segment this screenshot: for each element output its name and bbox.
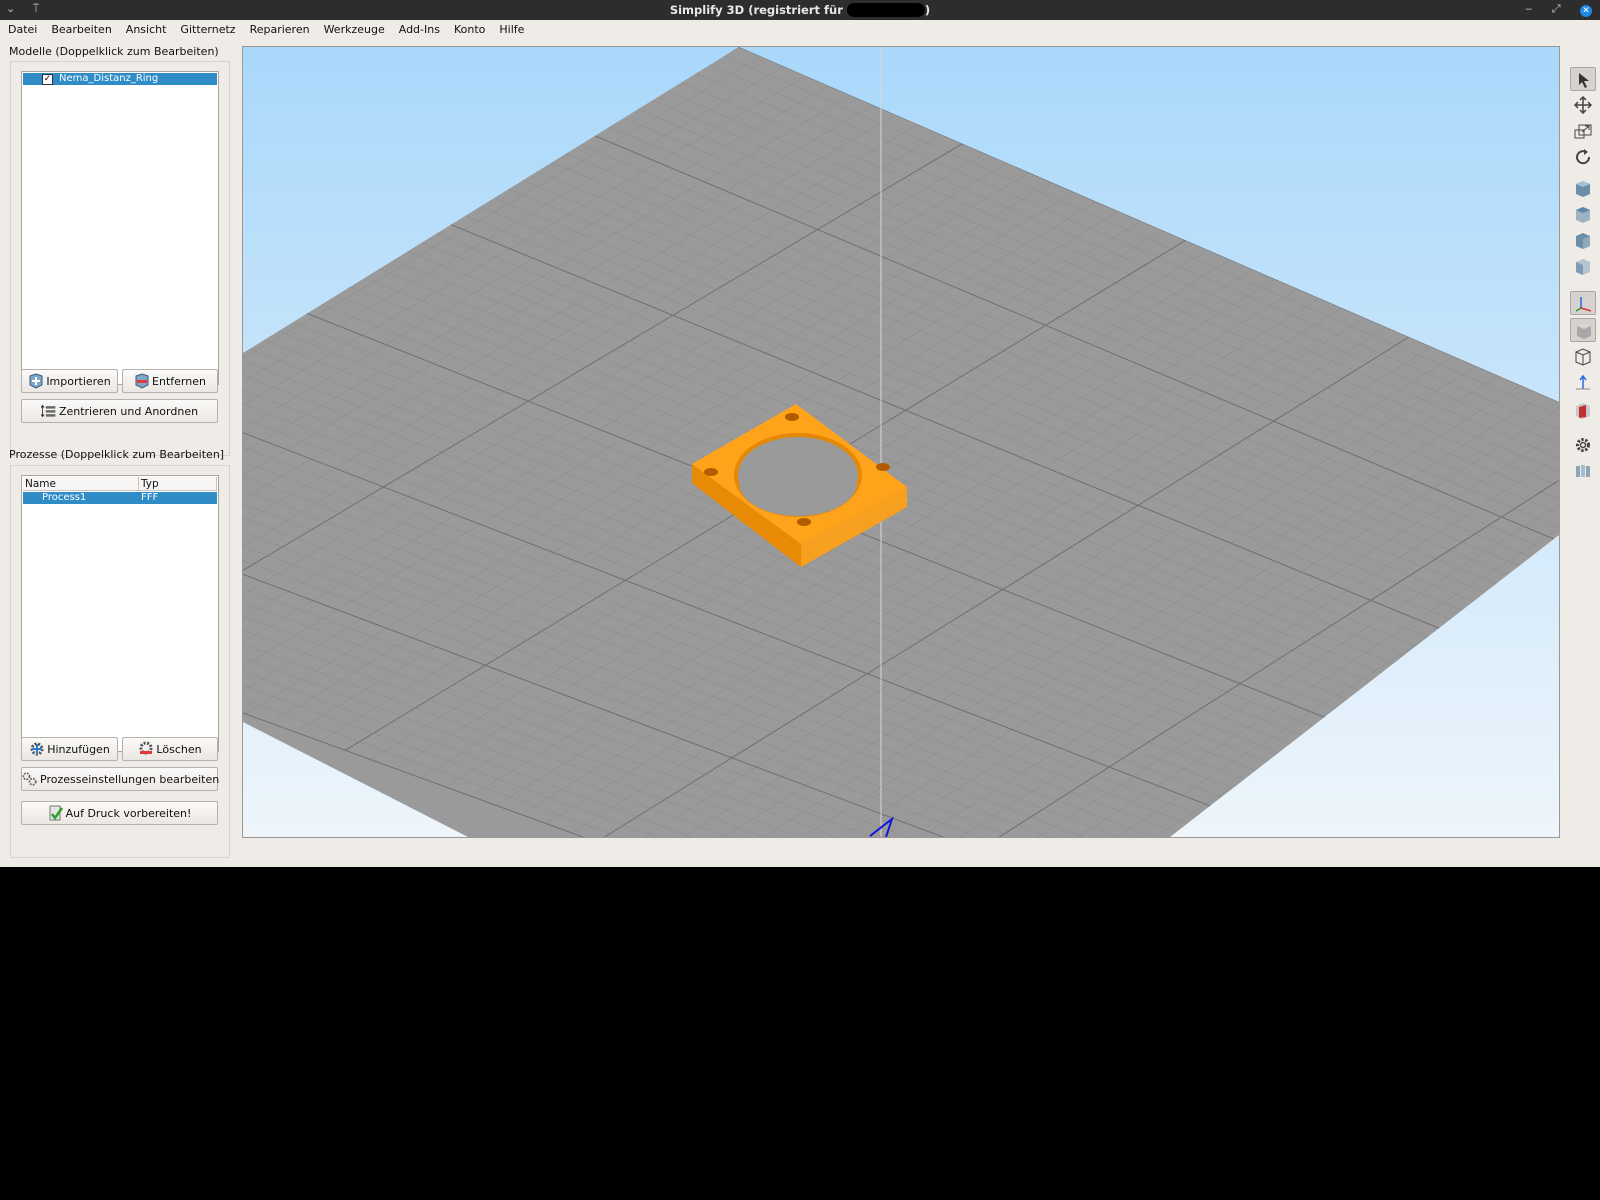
delete-process-icon	[139, 741, 153, 755]
window-title: Simplify 3D (registriert für	[669, 3, 843, 17]
cube-side-icon	[1576, 233, 1590, 249]
process-type: FFF	[141, 492, 159, 503]
arrange-icon	[40, 404, 56, 418]
wireframe-cube-icon	[1575, 348, 1591, 366]
process-name: Process1	[42, 492, 87, 503]
edit-process-settings-button[interactable]: Prozesseinstellungen bearbeiten	[21, 767, 219, 791]
model-row[interactable]: ✓ Nema_Distanz_Ring	[23, 73, 217, 85]
cube-front-icon	[1576, 181, 1590, 197]
rotate-tool[interactable]	[1570, 145, 1596, 169]
move-icon	[1574, 96, 1592, 114]
scene-canvas[interactable]	[243, 47, 1559, 837]
menu-ansicht[interactable]: Ansicht	[118, 20, 173, 38]
close-icon[interactable]: ✕	[1580, 5, 1592, 17]
gear-icon	[1576, 438, 1590, 452]
menu-hilfe[interactable]: Hilfe	[491, 20, 530, 38]
view-front[interactable]	[1570, 177, 1596, 201]
col-header-name[interactable]: Name	[23, 477, 139, 491]
menu-reparieren[interactable]: Reparieren	[242, 20, 316, 38]
menu-add-ins[interactable]: Add-Ins	[391, 20, 446, 38]
menu-gitternetz[interactable]: Gitternetz	[172, 20, 241, 38]
models-label: Modelle (Doppelklick zum Bearbeiten)	[9, 45, 219, 58]
import-button[interactable]: Importieren	[21, 369, 118, 393]
col-header-type[interactable]: Typ	[139, 477, 217, 491]
view-iso[interactable]	[1570, 255, 1596, 279]
redacted-name	[846, 3, 925, 17]
section-cube-icon	[1576, 403, 1590, 419]
menu-konto[interactable]: Konto	[446, 20, 491, 38]
model-name: Nema_Distanz_Ring	[59, 73, 159, 84]
axes-icon	[1575, 297, 1592, 312]
section-view[interactable]	[1570, 399, 1596, 423]
machine-view[interactable]	[1570, 459, 1596, 483]
menu-bar: Datei Bearbeiten Ansicht Gitternetz Reparier…	[0, 20, 1600, 38]
menu-datei[interactable]: Datei	[0, 20, 43, 38]
add-process-button[interactable]: Hinzufügen	[21, 737, 118, 761]
remove-button[interactable]: Entfernen	[122, 369, 218, 393]
menu-bearbeiten[interactable]: Bearbeiten	[43, 20, 117, 38]
rotate-icon	[1576, 149, 1591, 165]
add-process-icon	[30, 742, 44, 756]
normals-icon	[1576, 374, 1590, 390]
scale-icon	[1574, 124, 1592, 139]
minimize-icon[interactable]: ‒	[1525, 2, 1532, 15]
cube-top-icon	[1576, 207, 1590, 223]
wireframe-view[interactable]	[1570, 345, 1596, 369]
cursor-icon	[1579, 73, 1589, 88]
center-arrange-button[interactable]: Zentrieren und Anordnen	[21, 399, 218, 423]
delete-process-button[interactable]: Löschen	[122, 737, 218, 761]
view-side[interactable]	[1570, 229, 1596, 253]
view-top[interactable]	[1570, 203, 1596, 227]
window-title-end: )	[924, 3, 931, 17]
processes-table[interactable]: Name Typ Process1 FFF	[21, 475, 219, 752]
select-tool[interactable]	[1570, 67, 1596, 91]
model-visible-checkbox[interactable]: ✓	[42, 74, 53, 85]
title-bar: ⌄ ⍑ Simplify 3D (registriert für ) ‒ ⤢ ✕	[0, 0, 1600, 20]
gears-icon	[22, 772, 37, 786]
menu-werkzeuge[interactable]: Werkzeuge	[316, 20, 391, 38]
move-tool[interactable]	[1570, 93, 1596, 117]
remove-icon	[135, 373, 149, 389]
prepare-print-button[interactable]: Auf Druck vorbereiten!	[21, 801, 218, 825]
settings-gear[interactable]	[1570, 433, 1596, 457]
processes-label: Prozesse (Doppelklick zum Bearbeiten]	[9, 448, 225, 461]
3d-viewport[interactable]	[242, 46, 1560, 838]
show-normals[interactable]	[1570, 371, 1596, 395]
solid-cube-icon	[1577, 323, 1591, 339]
models-list[interactable]: ✓ Nema_Distanz_Ring	[21, 71, 219, 385]
cube-iso-icon	[1576, 259, 1590, 275]
maximize-icon[interactable]: ⤢	[1552, 2, 1561, 15]
import-icon	[29, 373, 43, 389]
toggle-axes[interactable]	[1570, 291, 1596, 315]
bars-icon	[1576, 465, 1590, 477]
checklist-icon	[49, 805, 63, 821]
view-toolbar	[1568, 47, 1598, 837]
process-row[interactable]: Process1 FFF	[23, 492, 217, 504]
app-window: Datei Bearbeiten Ansicht Gitternetz Reparier…	[0, 20, 1600, 867]
solid-view[interactable]	[1570, 318, 1596, 342]
scale-tool[interactable]	[1570, 119, 1596, 143]
